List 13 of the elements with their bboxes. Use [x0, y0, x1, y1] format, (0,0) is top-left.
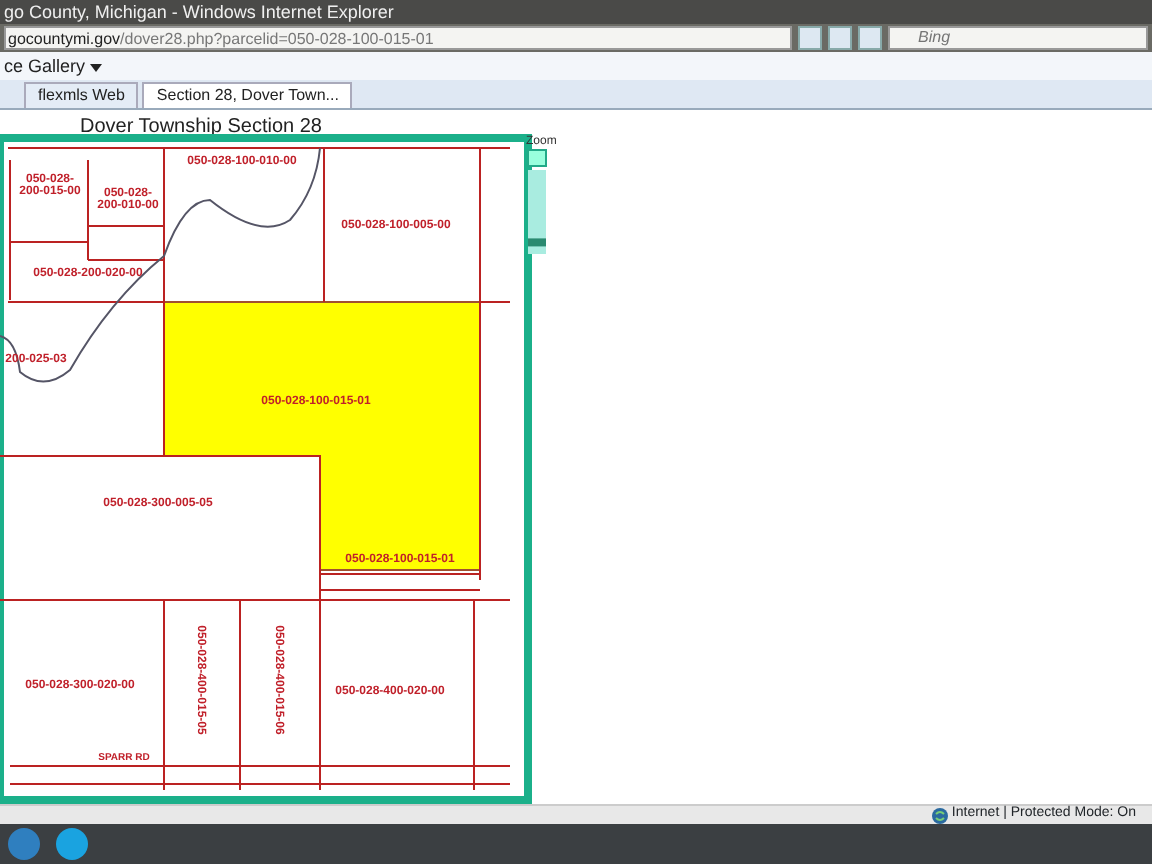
globe-icon — [931, 807, 948, 823]
dropdown-icon[interactable] — [90, 63, 103, 72]
address-field[interactable]: gocountymi.gov/dover28.php?parcelid=050-028-100-015-01 — [4, 26, 792, 50]
zoom-slider-thumb[interactable] — [528, 238, 546, 247]
search-field[interactable]: Bing — [888, 26, 1148, 50]
map-title: Dover Township Section 28 — [80, 116, 322, 138]
start-orb-icon[interactable] — [8, 828, 40, 860]
browser-tab[interactable]: Section 28, Dover Town... — [142, 82, 353, 108]
favorites-bar-item[interactable]: ce Gallery — [4, 56, 86, 76]
window-title: go County, Michigan - Windows Internet Explorer — [0, 0, 1152, 24]
app-taskbar-icon[interactable] — [56, 828, 88, 860]
browser-tab[interactable]: flexmls Web — [24, 82, 139, 108]
zoom-search-icon[interactable] — [527, 149, 547, 167]
